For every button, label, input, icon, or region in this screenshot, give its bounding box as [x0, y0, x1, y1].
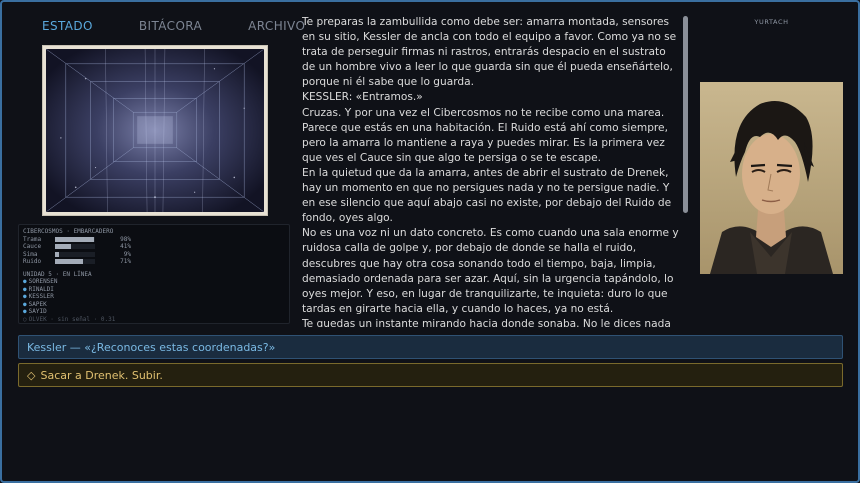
- stat-name: Ruido: [23, 258, 42, 265]
- unit-member-offline: ○ OLVEK · sin señal · 0.31: [23, 316, 285, 324]
- stat-value: 41%: [120, 243, 131, 250]
- narrative-paragraph: KESSLER: «Entramos.»: [302, 91, 423, 104]
- stat-bar: [55, 259, 95, 265]
- character-portrait: [700, 82, 843, 274]
- cyber-corridor-image: [46, 49, 264, 212]
- narrative-paragraph: Cruzas. Y por una vez el Cibercosmos no …: [302, 106, 668, 164]
- stat-name: Cauce: [23, 243, 42, 250]
- unit-member-label: SAYID: [28, 308, 47, 315]
- diamond-icon: ◇: [27, 368, 36, 382]
- scrollbar-thumb[interactable]: [683, 16, 688, 213]
- narrative-paragraph: Te quedas un instante mirando hacia dond…: [302, 317, 671, 327]
- online-dot-icon: ●: [23, 308, 27, 315]
- choice-label: Sacar a Drenek. Subir.: [40, 368, 163, 382]
- stat-row: Cauce 41%: [23, 243, 285, 251]
- scene-illustration: [42, 45, 268, 216]
- stat-name: Trama: [23, 235, 42, 243]
- unit-title: UNIDAD 5 · EN LÍNEA: [23, 270, 92, 278]
- stat-bar: [55, 244, 95, 250]
- narrative-scrollbar[interactable]: [683, 16, 688, 326]
- online-dot-icon: ●: [23, 300, 27, 308]
- tab-bitacora[interactable]: BITÁCORA: [139, 19, 202, 33]
- stat-value: 9%: [123, 250, 131, 258]
- narrative-paragraph: Te preparas la zambullida como debe ser:…: [302, 16, 677, 89]
- tab-estado[interactable]: ESTADO: [42, 19, 93, 33]
- stat-row: Trama 98%: [23, 236, 285, 244]
- stat-row: Ruido 71%: [23, 258, 285, 266]
- stat-value: 98%: [120, 235, 131, 243]
- narrative-text: Te preparas la zambullida como debe ser:…: [302, 15, 680, 327]
- narrative-paragraph: No es una voz ni un dato concreto. Es co…: [302, 227, 679, 315]
- portrait-image: [700, 82, 843, 274]
- character-name: YURTACH: [754, 18, 789, 26]
- status-panel: CIBERCOSMOS · EMBARCADERO Trama 98% Cauc…: [18, 224, 290, 324]
- unit-member-label: OLVEK · sin señal · 0.31: [28, 315, 116, 323]
- unit-member-label: SAPEK: [28, 300, 47, 308]
- stat-fill: [55, 259, 84, 265]
- choice-extract-drenek[interactable]: ◇ Sacar a Drenek. Subir.: [18, 363, 843, 387]
- unit-member-label: RINALDI: [28, 285, 54, 293]
- choice-label: Kessler — «¿Reconoces estas coordenadas?…: [27, 340, 276, 354]
- stat-row: Sima 9%: [23, 251, 285, 259]
- unit-member: ● SORENSEN: [23, 278, 285, 286]
- stat-fill: [55, 244, 72, 250]
- unit-member: ● KESSLER: [23, 293, 285, 301]
- online-dot-icon: ●: [23, 293, 27, 300]
- stat-name: Sima: [23, 250, 38, 258]
- narrative-paragraph: En la quietud que da la amarra, antes de…: [302, 166, 672, 225]
- unit-member: ● SAPEK: [23, 301, 285, 309]
- offline-dot-icon: ○: [23, 315, 27, 323]
- choice-ask-coordinates[interactable]: Kessler — «¿Reconoces estas coordenadas?…: [18, 335, 843, 359]
- unit-member-label: SORENSEN: [28, 278, 58, 285]
- stat-fill: [55, 251, 59, 257]
- stat-list: Trama 98% Cauce 41% Sima 9% Ruido 71%: [23, 236, 285, 266]
- unit-member-label: KESSLER: [28, 293, 54, 300]
- stat-value: 71%: [120, 258, 131, 265]
- unit-member: ● RINALDI: [23, 286, 285, 294]
- stat-fill: [55, 236, 95, 242]
- tab-archivo[interactable]: ARCHIVO: [248, 19, 305, 33]
- online-dot-icon: ●: [23, 278, 27, 285]
- location-label: CIBERCOSMOS · EMBARCADERO: [23, 228, 114, 235]
- unit-member: ● SAYID: [23, 308, 285, 316]
- online-dot-icon: ●: [23, 285, 27, 293]
- stat-bar: [55, 251, 95, 257]
- stat-bar: [55, 236, 95, 242]
